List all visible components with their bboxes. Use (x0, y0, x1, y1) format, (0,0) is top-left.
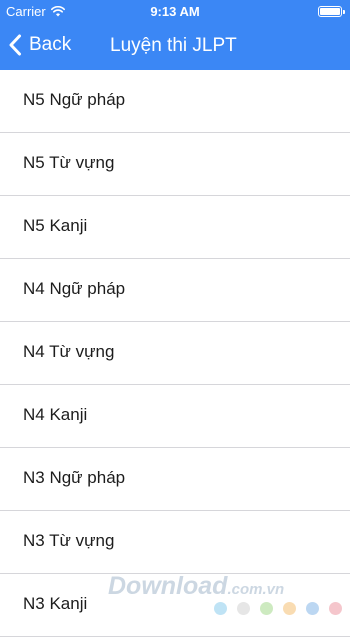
watermark-dot (260, 602, 273, 615)
list-item-label: N3 Từ vựng (23, 531, 115, 550)
chevron-left-icon (9, 34, 21, 56)
exam-list: N5 Ngữ pháp N5 Từ vựng N5 Kanji N4 Ngữ p… (0, 70, 350, 637)
list-item-n4-kanji[interactable]: N4 Kanji (0, 385, 350, 448)
watermark: Download.com.vn (108, 572, 344, 618)
list-item-label: N5 Từ vựng (23, 153, 115, 172)
battery-icon (318, 6, 345, 17)
list-item-label: N3 Kanji (23, 594, 88, 613)
watermark-dot (329, 602, 342, 615)
page-title: Luyện thi JLPT (110, 35, 237, 56)
list-item-label: N5 Kanji (23, 216, 88, 235)
list-item-n4-vocabulary[interactable]: N4 Từ vựng (0, 322, 350, 385)
back-button[interactable]: Back (8, 34, 71, 56)
list-item-label: N4 Từ vựng (23, 342, 115, 361)
list-item-label: N3 Ngữ pháp (23, 468, 126, 487)
list-item-label: N5 Ngữ pháp (23, 90, 126, 109)
watermark-dot (283, 602, 296, 615)
watermark-text: Download.com.vn (108, 572, 284, 601)
watermark-dot (237, 602, 250, 615)
list-item-n4-grammar[interactable]: N4 Ngữ pháp (0, 259, 350, 322)
back-label: Back (29, 34, 72, 55)
list-item-label: N4 Ngữ pháp (23, 279, 126, 298)
watermark-dot (306, 602, 319, 615)
list-item-n5-vocabulary[interactable]: N5 Từ vựng (0, 133, 350, 196)
watermark-dots (214, 602, 350, 615)
watermark-brand: Download (108, 572, 228, 600)
navigation-bar: Back Luyện thi JLPT (0, 22, 350, 70)
list-item-label: N4 Kanji (23, 405, 88, 424)
watermark-dot (214, 602, 227, 615)
list-item-n3-grammar[interactable]: N3 Ngữ pháp (0, 448, 350, 511)
list-item-n5-kanji[interactable]: N5 Kanji (0, 196, 350, 259)
status-time: 9:13 AM (150, 4, 200, 19)
watermark-domain: .com.vn (227, 581, 285, 598)
list-item-n3-vocabulary[interactable]: N3 Từ vựng (0, 511, 350, 574)
list-item-n5-grammar[interactable]: N5 Ngữ pháp (0, 70, 350, 133)
status-bar: Carrier 9:13 AM (0, 0, 350, 22)
top-bar: Carrier 9:13 AM Back Luyện thi JLPT (0, 0, 350, 70)
